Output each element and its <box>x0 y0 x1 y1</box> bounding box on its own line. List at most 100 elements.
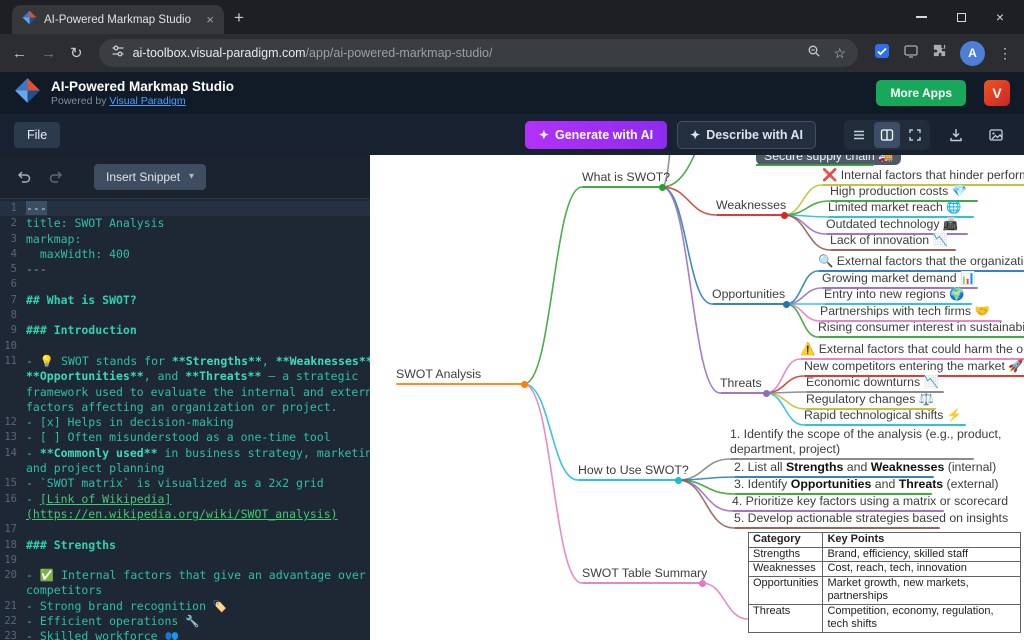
mindmap-node[interactable]: How to Use SWOT? <box>578 463 689 478</box>
mindmap-node[interactable]: Weaknesses <box>716 198 786 213</box>
editor-code-line[interactable]: 7## What is SWOT? <box>0 293 370 308</box>
mindmap-node-circle[interactable] <box>781 212 788 219</box>
browser-tab[interactable]: AI-Powered Markmap Studio × <box>12 5 224 34</box>
window-maximize-button[interactable] <box>957 13 966 22</box>
redo-button[interactable] <box>44 165 68 189</box>
editor-code-line[interactable]: 10 <box>0 339 370 354</box>
editor-only-view-button[interactable] <box>846 122 872 148</box>
mindmap-node[interactable]: 5. Develop actionable strategies based o… <box>734 511 1008 526</box>
mindmap-node-circle[interactable] <box>659 184 666 191</box>
download-button[interactable] <box>942 121 970 149</box>
mindmap-node-circle[interactable] <box>675 477 682 484</box>
mindmap-node[interactable]: Threats <box>720 376 762 391</box>
reload-button[interactable]: ↻ <box>70 46 83 61</box>
mindmap-node[interactable]: SWOT Analysis <box>396 367 481 382</box>
editor-code-line[interactable]: 2title: SWOT Analysis <box>0 216 370 231</box>
editor-code-line[interactable]: 23- Skilled workforce 👥 <box>0 629 370 640</box>
editor-code-line[interactable]: 11- 💡 SWOT stands for **Strengths**, **W… <box>0 354 370 369</box>
new-tab-button[interactable]: + <box>234 8 244 28</box>
tab-close-icon[interactable]: × <box>204 13 216 26</box>
mindmap-node[interactable]: Rising consumer interest in sustainabili… <box>818 320 1024 335</box>
mindmap-node[interactable]: Entry into new regions 🌍 <box>824 287 964 302</box>
insert-snippet-button[interactable]: Insert Snippet ▾ <box>94 164 206 190</box>
editor-code-line[interactable]: 12- [x] Helps in decision-making <box>0 415 370 430</box>
mindmap-node[interactable]: Outdated technology 📠 <box>826 217 958 232</box>
editor-code-line[interactable]: 14- **Commonly used** in business strate… <box>0 446 370 461</box>
mindmap-node[interactable]: Economic downturns 📉 <box>806 375 939 390</box>
editor-code-line[interactable]: 21- Strong brand recognition 🏷️ <box>0 599 370 614</box>
extension-icon[interactable] <box>874 43 890 64</box>
window-minimize-button[interactable] <box>916 16 927 17</box>
code-editor[interactable]: 1---2title: SWOT Analysis3markmap:4 maxW… <box>0 199 370 640</box>
site-settings-icon[interactable] <box>111 44 125 63</box>
browser-menu-icon[interactable]: ⋮ <box>998 45 1012 62</box>
forward-button[interactable]: → <box>41 46 56 61</box>
mindmap-node[interactable]: Lack of innovation 📉 <box>830 233 948 248</box>
mindmap-node[interactable]: ⚠️ External factors that could harm the … <box>800 342 1024 357</box>
mindmap-node[interactable]: 3. Identify Opportunities and Threats (e… <box>734 477 999 492</box>
editor-code-line[interactable]: framework used to evaluate the internal … <box>0 385 370 400</box>
editor-code-line[interactable]: 1--- <box>0 201 370 216</box>
generate-with-ai-button[interactable]: ✦ Generate with AI <box>525 121 667 149</box>
mindmap-canvas[interactable]: SWOT AnalysisWhat is SWOT?Secure supply … <box>370 155 1024 640</box>
editor-code-line[interactable]: **Opportunities**, and **Threats** — a s… <box>0 369 370 384</box>
url-bar[interactable]: ai-toolbox.visual-paradigm.com/app/ai-po… <box>99 39 858 67</box>
mindmap-node[interactable]: What is SWOT? <box>582 170 670 185</box>
mindmap-node[interactable]: Partnerships with tech firms 🤝 <box>820 304 990 319</box>
fullscreen-view-button[interactable] <box>902 122 928 148</box>
visual-paradigm-link[interactable]: Visual Paradigm <box>109 95 185 107</box>
vp-account-badge[interactable]: V <box>984 80 1010 106</box>
mindmap-node-circle[interactable] <box>521 381 528 388</box>
editor-code-line[interactable]: 16- [Link of Wikipedia] <box>0 492 370 507</box>
mindmap-node-circle[interactable] <box>763 390 770 397</box>
editor-code-line[interactable]: 4 maxWidth: 400 <box>0 247 370 262</box>
undo-button[interactable] <box>12 165 36 189</box>
mindmap-node[interactable]: Regulatory changes ⚖️ <box>806 392 934 407</box>
mindmap-link <box>766 376 804 393</box>
editor-code-line[interactable]: 9### Introduction <box>0 323 370 338</box>
editor-code-line[interactable]: competitors <box>0 583 370 598</box>
mindmap-node-circle[interactable] <box>783 301 790 308</box>
mindmap-node[interactable]: Limited market reach 🌐 <box>828 200 962 215</box>
mindmap-node[interactable]: SWOT Table Summary <box>582 566 707 581</box>
editor-code-line[interactable]: 18### Strengths <box>0 538 370 553</box>
more-apps-button[interactable]: More Apps <box>876 80 966 106</box>
editor-code-line[interactable]: 13- [ ] Often misunderstood as a one-tim… <box>0 430 370 445</box>
mindmap-node[interactable]: 4. Prioritize key factors using a matrix… <box>732 494 1008 509</box>
cast-icon[interactable] <box>903 43 919 64</box>
mindmap-node[interactable]: Rapid technological shifts ⚡ <box>804 408 962 423</box>
mindmap-node[interactable]: Opportunities <box>712 287 785 302</box>
describe-with-ai-button[interactable]: ✦ Describe with AI <box>677 121 816 149</box>
bookmark-star-icon[interactable]: ☆ <box>833 45 846 62</box>
editor-code-line[interactable]: (https://en.wikipedia.org/wiki/SWOT_anal… <box>0 507 370 522</box>
editor-code-line[interactable]: 6 <box>0 277 370 292</box>
editor-code-line[interactable]: 20- ✅ Internal factors that give an adva… <box>0 568 370 583</box>
editor-code-line[interactable]: and project planning <box>0 461 370 476</box>
profile-avatar[interactable]: A <box>960 41 985 66</box>
mindmap-node-circle[interactable] <box>699 580 706 587</box>
editor-code-line[interactable]: 5--- <box>0 262 370 277</box>
mindmap-table[interactable]: CategoryKey PointsStrengthsBrand, effici… <box>748 532 1021 633</box>
zoom-icon[interactable] <box>807 44 821 63</box>
extensions-puzzle-icon[interactable] <box>932 43 947 63</box>
editor-code-line[interactable]: 8 <box>0 308 370 323</box>
editor-code-line[interactable]: 22- Efficient operations 🔧 <box>0 614 370 629</box>
mindmap-link <box>786 304 820 321</box>
editor-code-line[interactable]: 17 <box>0 522 370 537</box>
editor-code-line[interactable]: 15- `SWOT matrix` is visualized as a 2x2… <box>0 476 370 491</box>
mindmap-node[interactable]: 1. Identify the scope of the analysis (e… <box>730 427 1001 457</box>
mindmap-node[interactable]: High production costs 💎 <box>830 184 967 199</box>
editor-code-line[interactable]: factors affecting an organization or pro… <box>0 400 370 415</box>
editor-code-line[interactable]: 3markmap: <box>0 232 370 247</box>
mindmap-node[interactable]: 2. List all Strengths and Weaknesses (in… <box>734 460 996 475</box>
mindmap-node[interactable]: New competitors entering the market 🚀 <box>804 359 1024 374</box>
split-view-button[interactable] <box>874 122 900 148</box>
editor-code-line[interactable]: 19 <box>0 553 370 568</box>
file-menu-button[interactable]: File <box>14 122 60 148</box>
window-close-button[interactable]: × <box>996 9 1004 25</box>
mindmap-node[interactable]: Growing market demand 📊 <box>822 271 975 286</box>
export-image-button[interactable] <box>982 121 1010 149</box>
mindmap-node[interactable]: ❌ Internal factors that hinder performan… <box>822 168 1024 183</box>
back-button[interactable]: ← <box>12 46 27 61</box>
mindmap-node[interactable]: 🔍 External factors that the organization… <box>818 254 1024 269</box>
